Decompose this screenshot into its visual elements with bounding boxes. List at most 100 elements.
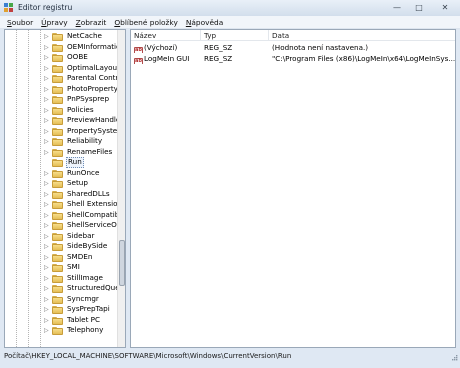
tree-item-reliability[interactable]: ▷ Reliability — [5, 136, 119, 147]
tree-item-stillimage[interactable]: ▷ StillImage — [5, 273, 119, 284]
expand-arrow-icon[interactable]: ▷ — [44, 86, 51, 93]
tree-item-optimallayout[interactable]: ▷ OptimalLayout — [5, 63, 119, 74]
folder-icon — [52, 243, 63, 251]
close-button[interactable]: ✕ — [430, 0, 460, 14]
maximize-button[interactable]: □ — [408, 0, 430, 14]
tree-item-previewhandlers[interactable]: ▷ PreviewHandlers — [5, 115, 119, 126]
expand-arrow-icon[interactable]: ▷ — [44, 306, 51, 313]
resize-grip-icon[interactable] — [450, 353, 458, 361]
expand-arrow-icon[interactable]: ▷ — [44, 296, 51, 303]
menu-napoveda[interactable]: Nápověda — [182, 16, 227, 28]
expand-arrow-icon[interactable]: ▷ — [44, 65, 51, 72]
expand-arrow-icon[interactable]: ▷ — [44, 191, 51, 198]
menu-soubor[interactable]: Soubor — [3, 16, 37, 28]
expand-arrow-icon[interactable]: ▷ — [44, 327, 51, 334]
tree-item-renamefiles[interactable]: ▷ RenameFiles — [5, 147, 119, 158]
tree-item-setup[interactable]: ▷ Setup — [5, 178, 119, 189]
tree-item-netcache[interactable]: ▷ NetCache — [5, 31, 119, 42]
tree-item-policies[interactable]: ▷ Policies — [5, 105, 119, 116]
folder-icon — [52, 264, 63, 272]
tree-item-runonce[interactable]: ▷ RunOnce — [5, 168, 119, 179]
folder-icon — [52, 169, 63, 178]
key-tree-pane[interactable]: ▷ NetCache ▷ OEMInformation ▷ OOBE ▷ OptimalLay… — [4, 29, 126, 348]
expand-arrow-icon[interactable]: ▷ — [44, 285, 51, 292]
column-header-data[interactable]: Data — [269, 30, 455, 41]
menu-oblibene-polozky[interactable]: Oblíbené položky — [110, 16, 182, 28]
menu-upravy[interactable]: Úpravy — [37, 16, 71, 28]
tree-item-sidebar[interactable]: ▷ Sidebar — [5, 231, 119, 242]
expand-arrow-icon[interactable]: ▷ — [44, 96, 51, 103]
folder-icon — [52, 316, 63, 325]
tree-item-label: Syncmgr — [67, 293, 99, 303]
tree-item-run[interactable]: Run — [5, 157, 119, 168]
folder-icon — [52, 201, 63, 209]
folder-icon — [52, 327, 63, 335]
expand-arrow-icon[interactable]: ▷ — [44, 201, 51, 208]
tree-item-shellserviceobjects[interactable]: ▷ ShellServiceObjects — [5, 220, 119, 231]
tree-item-oobe[interactable]: ▷ OOBE — [5, 52, 119, 63]
tree-item-label: Sidebar — [67, 230, 95, 240]
folder-icon — [52, 148, 63, 157]
expand-arrow-icon[interactable]: ▷ — [44, 233, 51, 240]
tree-item-shareddlls[interactable]: ▷ SharedDLLs — [5, 189, 119, 200]
expand-arrow-icon[interactable]: ▷ — [44, 222, 51, 229]
tree-item-telephony[interactable]: ▷ Telephony — [5, 325, 119, 336]
tree-item-syspreptapi[interactable]: ▷ SysPrepTapi — [5, 304, 119, 315]
tree-item-smi[interactable]: ▷ SMI — [5, 262, 119, 273]
close-icon: ✕ — [441, 2, 449, 12]
tree-item-parental-controls[interactable]: ▷ Parental Controls — [5, 73, 119, 84]
tree-item-label: PreviewHandlers — [67, 115, 119, 124]
tree-item-pnpsysprep[interactable]: ▷ PnPSysprep — [5, 94, 119, 105]
tree-item-propertysystem[interactable]: ▷ PropertySystem — [5, 126, 119, 137]
expand-arrow-icon[interactable]: ▷ — [44, 75, 51, 82]
tree-item-structuredquery[interactable]: ▷ StructuredQuery — [5, 283, 119, 294]
tree-item-tablet-pc[interactable]: ▷ Tablet PC — [5, 315, 119, 326]
status-bar: Počítač\HKEY_LOCAL_MACHINE\SOFTWARE\Micr… — [0, 350, 460, 362]
tree-item-label: OOBE — [67, 52, 88, 61]
tree-scrollbar[interactable] — [117, 30, 125, 347]
expand-arrow-icon[interactable]: ▷ — [44, 180, 51, 187]
minimize-button[interactable]: — — [386, 0, 408, 14]
folder-icon — [52, 54, 63, 62]
expand-arrow-icon[interactable]: ▷ — [44, 128, 51, 135]
tree-item-label: Policies — [67, 104, 94, 114]
tree-item-smden[interactable]: ▷ SMDEn — [5, 252, 119, 263]
expand-arrow-icon[interactable]: ▷ — [44, 170, 51, 177]
value-row-default[interactable]: ab (Výchozí) REG_SZ (Hodnota není nastave… — [131, 42, 455, 53]
expand-arrow-icon[interactable]: ▷ — [44, 254, 51, 261]
tree-item-label: SMDEn — [67, 251, 93, 261]
tree-item-shellcompatibility[interactable]: ▷ ShellCompatibility — [5, 210, 119, 221]
menu-zobrazit[interactable]: Zobrazit — [72, 16, 111, 28]
expand-arrow-icon[interactable]: ▷ — [44, 107, 51, 114]
tree-item-syncmgr[interactable]: ▷ Syncmgr — [5, 294, 119, 305]
tree-item-shell-extensions[interactable]: ▷ Shell Extensions — [5, 199, 119, 210]
tree-item-photopropertyhandler[interactable]: ▷ PhotoPropertyHandler — [5, 84, 119, 95]
folder-icon — [52, 159, 63, 167]
expand-arrow-icon[interactable]: ▷ — [44, 138, 51, 145]
tree-item-oeminformation[interactable]: ▷ OEMInformation — [5, 42, 119, 53]
tree-item-label: Setup — [67, 178, 88, 187]
expand-arrow-icon[interactable]: ▷ — [44, 117, 51, 124]
tree-item-label: Shell Extensions — [67, 199, 119, 208]
expand-arrow-icon[interactable]: ▷ — [44, 264, 51, 271]
expand-arrow-icon[interactable]: ▷ — [44, 33, 51, 40]
folder-icon — [52, 190, 63, 199]
tree-item-label: Reliability — [67, 136, 103, 145]
minimize-icon: — — [393, 2, 401, 12]
column-header-name[interactable]: Název — [131, 30, 201, 41]
expand-arrow-icon[interactable]: ▷ — [44, 212, 51, 219]
tree-scrollbar-thumb[interactable] — [119, 240, 125, 286]
expand-arrow-icon[interactable]: ▷ — [44, 44, 51, 51]
expand-arrow-icon[interactable]: ▷ — [44, 243, 51, 250]
value-row-logmein-gui[interactable]: ab LogMeIn GUI REG_SZ "C:\Program Files (… — [131, 53, 455, 64]
expand-arrow-icon[interactable]: ▷ — [44, 275, 51, 282]
expand-arrow-icon[interactable]: ▷ — [44, 149, 51, 156]
expand-arrow-icon[interactable]: ▷ — [44, 317, 51, 324]
column-header-type[interactable]: Typ — [201, 30, 269, 41]
tree-item-sidebyside[interactable]: ▷ SideBySide — [5, 241, 119, 252]
folder-icon — [52, 127, 63, 136]
value-type-cell: REG_SZ — [204, 43, 233, 52]
expand-arrow-icon[interactable]: ▷ — [44, 54, 51, 61]
tree-item-label: StillImage — [67, 272, 103, 282]
values-list-pane[interactable]: Název Typ Data ab (Výchozí) REG_SZ (Hodno… — [130, 29, 456, 348]
